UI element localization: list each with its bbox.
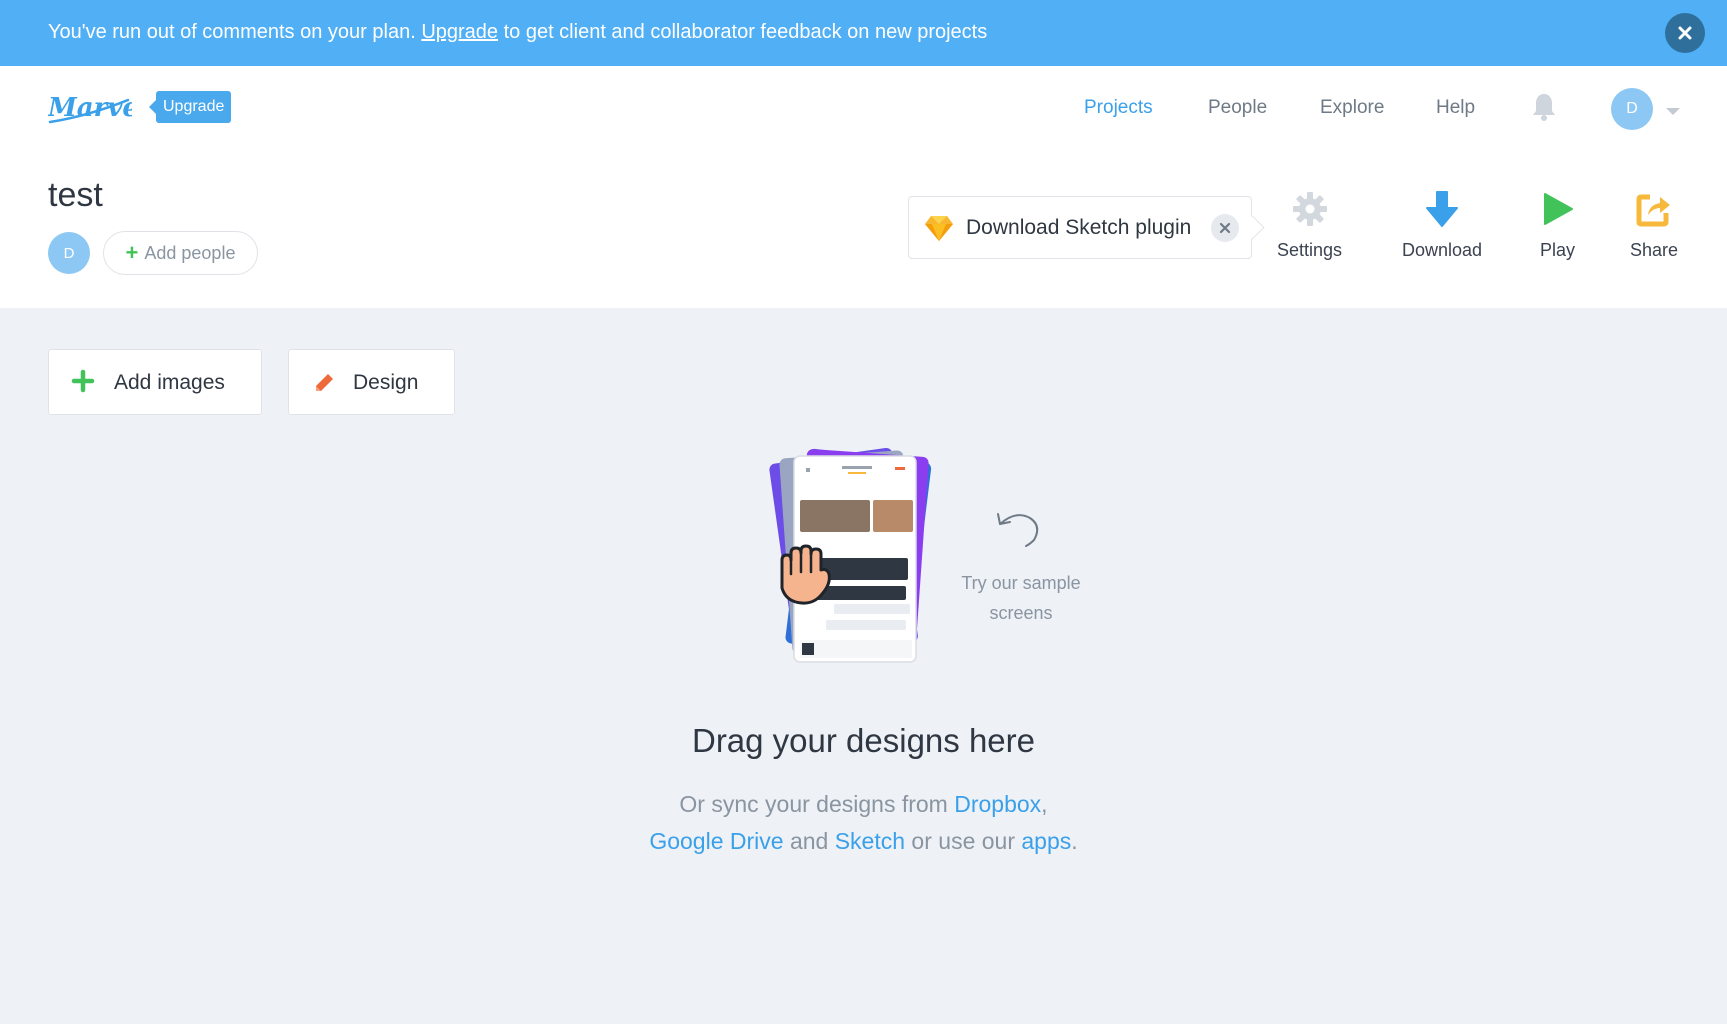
sync-line-1: Or sync your designs from Dropbox,	[0, 791, 1727, 818]
sync-comma: ,	[1041, 791, 1048, 817]
member-avatar[interactable]: D	[48, 232, 90, 274]
close-icon	[1219, 222, 1231, 234]
share-label: Share	[1630, 240, 1679, 260]
play-icon	[1543, 193, 1573, 225]
marvel-logo[interactable]: Marvel	[47, 88, 149, 133]
gear-icon	[1292, 192, 1327, 226]
dropbox-link[interactable]: Dropbox	[954, 791, 1041, 817]
pencil-icon	[313, 372, 335, 400]
download-arrow-icon	[1426, 191, 1459, 227]
sync-period: .	[1071, 828, 1078, 854]
sync-and: and	[783, 828, 835, 854]
banner-text-before: You've run out of comments on your plan.	[48, 21, 422, 43]
play-label: Play	[1540, 240, 1576, 260]
add-people-button[interactable]: + Add people	[103, 231, 258, 275]
curved-arrow-icon	[994, 508, 1046, 555]
upgrade-banner: You've run out of comments on your plan.…	[0, 0, 1727, 66]
share-button[interactable]: Share	[1630, 186, 1678, 261]
add-images-label: Add images	[114, 371, 225, 394]
hand-icon	[776, 544, 834, 611]
sketch-plugin-promo[interactable]: Download Sketch plugin	[908, 196, 1252, 259]
sync-line-2: Google Drive and Sketch or use our apps.	[0, 828, 1727, 855]
sketch-link[interactable]: Sketch	[835, 828, 905, 854]
nav-explore[interactable]: Explore	[1320, 97, 1384, 119]
banner-upgrade-link[interactable]: Upgrade	[421, 21, 498, 43]
share-icon	[1636, 194, 1671, 227]
user-avatar[interactable]: D	[1611, 88, 1653, 130]
drag-designs-title: Drag your designs here	[691, 722, 1036, 759]
sample-screens-link[interactable]: Try our sample screens	[950, 568, 1092, 628]
project-header: Marvel Upgrade Projects People Explore H…	[0, 66, 1727, 308]
sketch-promo-close-button[interactable]	[1211, 214, 1239, 242]
project-title[interactable]: test	[48, 176, 103, 215]
chevron-down-icon	[1666, 108, 1680, 115]
account-menu-toggle[interactable]	[1665, 104, 1681, 122]
plus-icon: +	[125, 240, 139, 265]
nav-projects[interactable]: Projects	[1084, 97, 1153, 119]
settings-button[interactable]: Settings	[1277, 186, 1342, 261]
sync-or-use: or use our	[905, 828, 1022, 854]
close-icon	[1678, 26, 1692, 40]
sync-prefix: Or sync your designs from	[679, 791, 955, 817]
sketch-plugin-label: Download Sketch plugin	[966, 216, 1192, 239]
settings-label: Settings	[1277, 240, 1343, 260]
download-label: Download	[1402, 240, 1483, 260]
add-people-label: Add people	[144, 242, 236, 263]
apps-link[interactable]: apps	[1021, 828, 1071, 854]
sketch-gem-icon	[925, 216, 953, 241]
google-drive-link[interactable]: Google Drive	[649, 828, 783, 854]
nav-people[interactable]: People	[1208, 97, 1267, 119]
nav-help[interactable]: Help	[1436, 97, 1475, 119]
banner-close-button[interactable]	[1665, 13, 1705, 53]
plus-icon	[71, 369, 95, 399]
banner-text-after: to get client and collaborator feedback …	[498, 21, 988, 43]
banner-message: You've run out of comments on your plan.…	[48, 21, 987, 44]
marvel-logo-icon: Marvel	[47, 93, 149, 124]
design-label: Design	[353, 371, 419, 394]
sample-screens-illustration[interactable]	[760, 440, 940, 675]
logo-wordmark: Marvel	[48, 93, 132, 123]
bell-icon	[1533, 94, 1555, 121]
add-images-button[interactable]: Add images	[48, 349, 262, 415]
upgrade-badge[interactable]: Upgrade	[148, 91, 232, 123]
notifications-button[interactable]	[1531, 92, 1557, 127]
download-button[interactable]: Download	[1402, 186, 1482, 261]
play-button[interactable]: Play	[1540, 186, 1575, 261]
design-button[interactable]: Design	[288, 349, 455, 415]
